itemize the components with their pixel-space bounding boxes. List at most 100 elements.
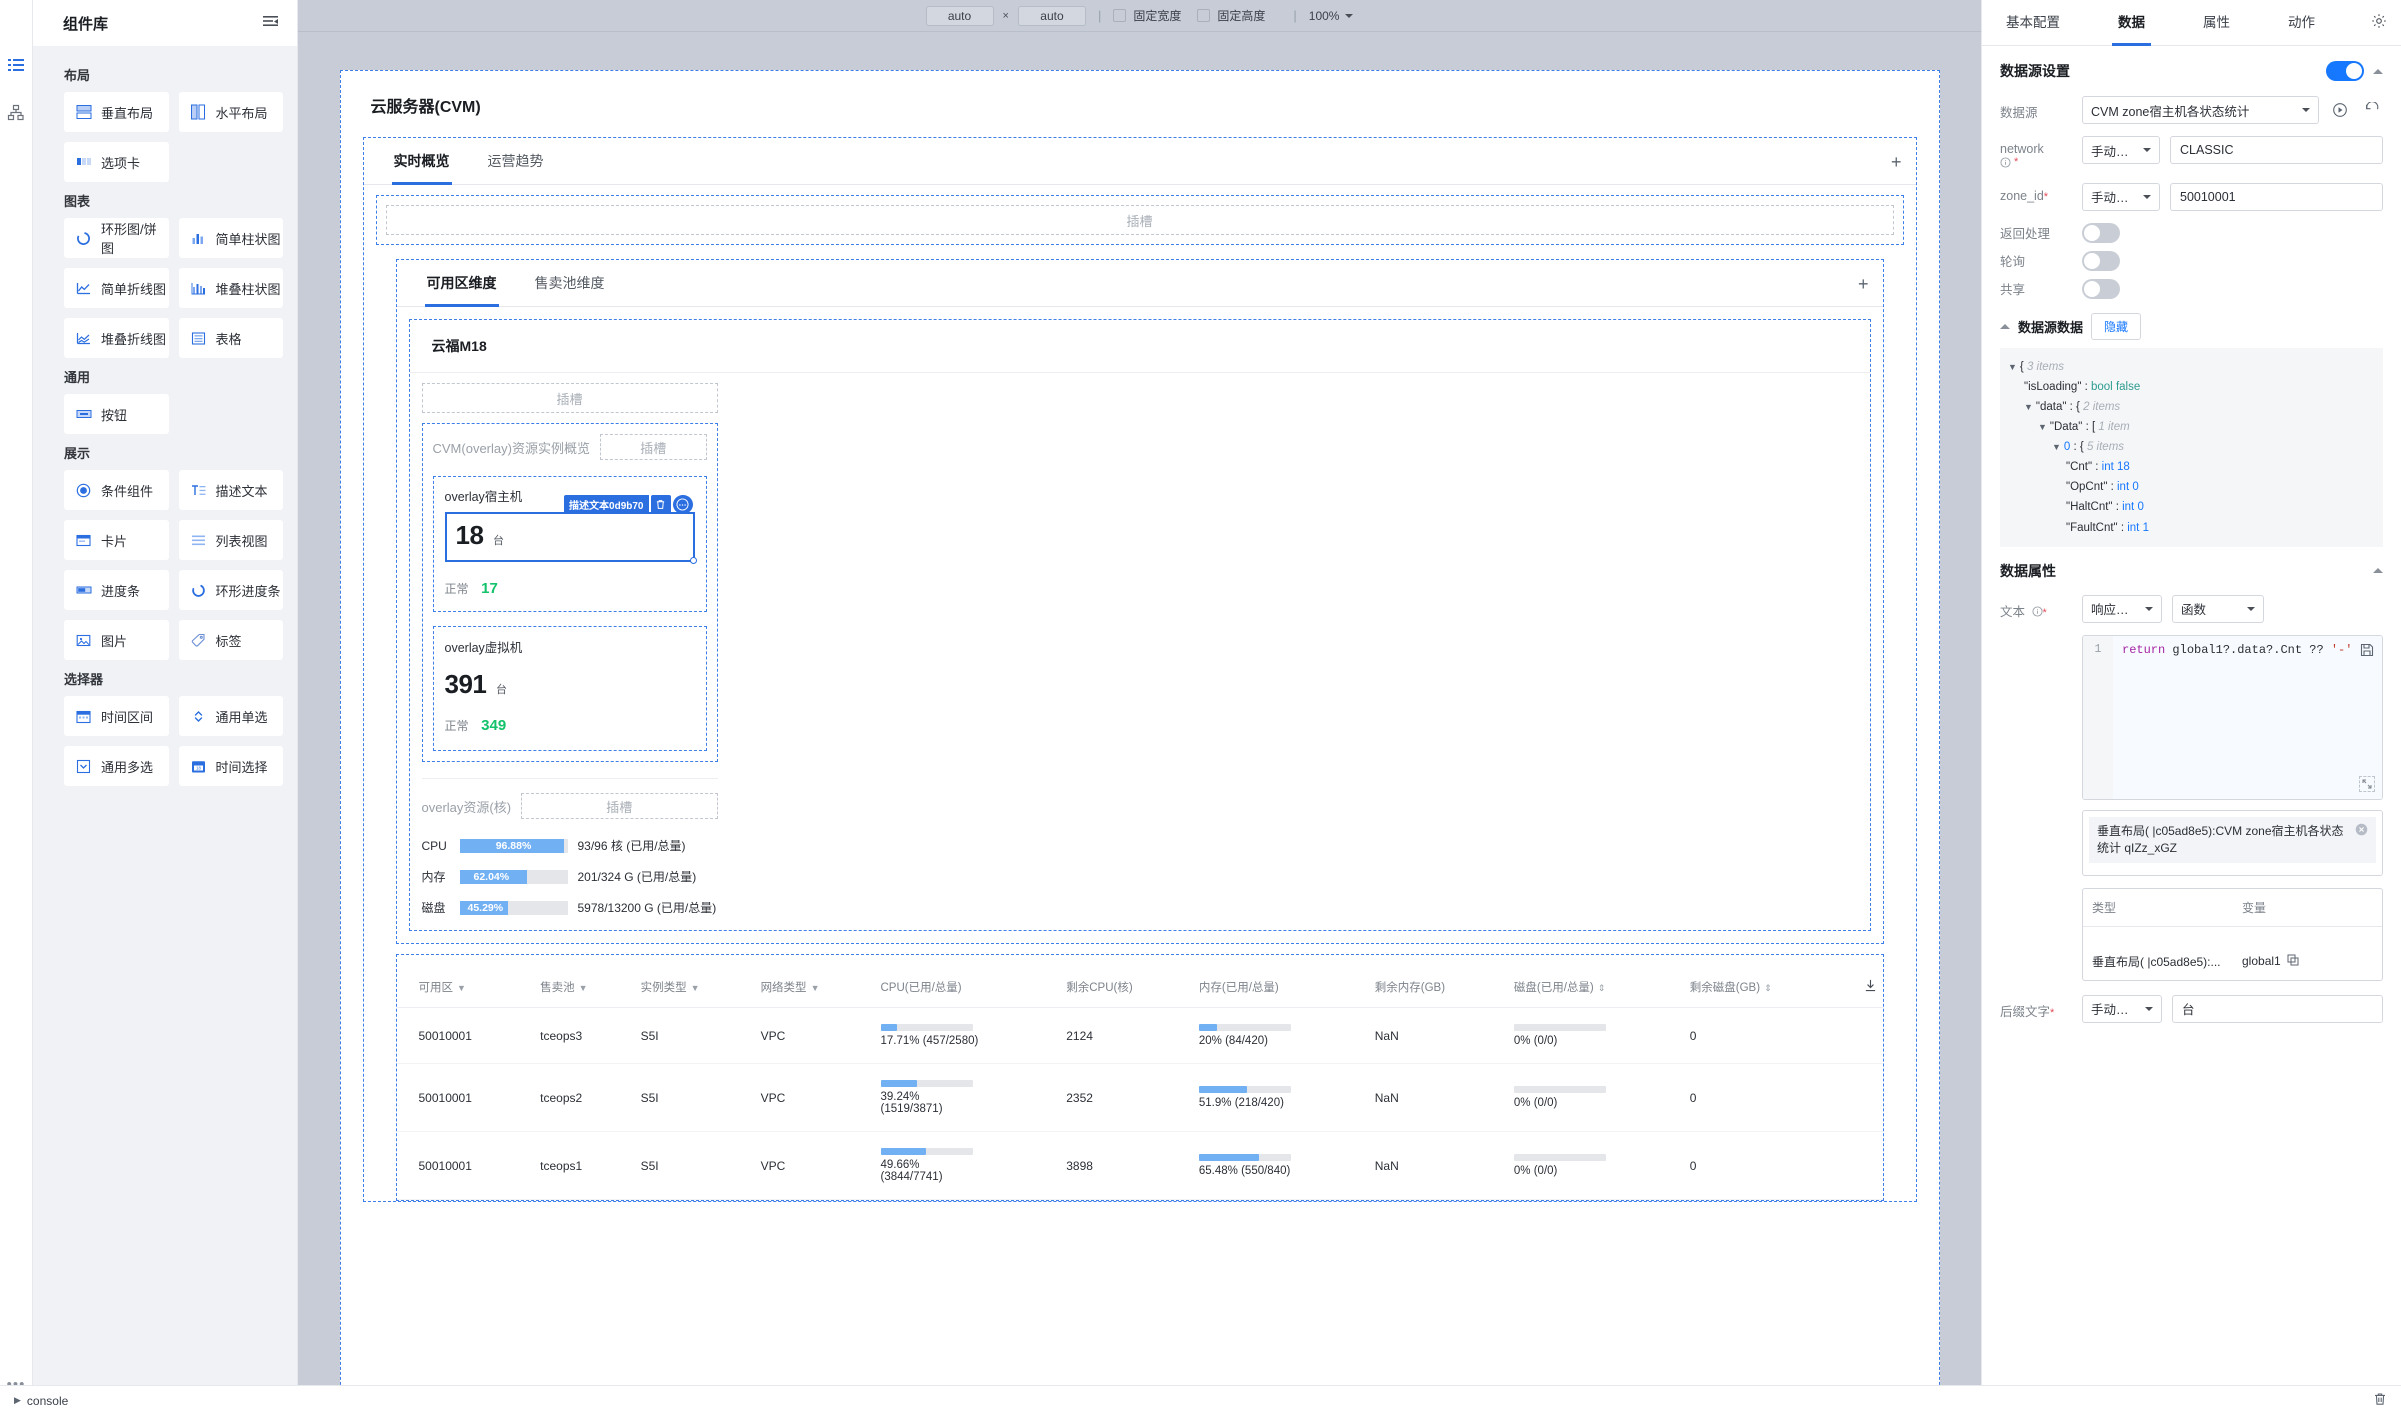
inner-tabs-container[interactable]: 可用区维度 售卖池维度 + 云福M18 插槽 CVM(overlay)资源实例概… [395,259,1884,944]
trash-icon[interactable] [2373,1392,2387,1409]
json-viewer[interactable]: ▼{ 3 items "isLoading" : bool false ▼ "da… [2000,347,2383,547]
table-row[interactable]: 50010001 tceops1 S5I VPC 49.66% (3844/77… [396,1131,1883,1200]
suffix-value-input[interactable]: 台 [2172,994,2383,1023]
expand-icon[interactable] [2359,775,2375,792]
component-card[interactable]: 卡片 [64,520,169,560]
table-row[interactable]: 50010001 tceops3 S5I VPC 17.71% (457/258… [396,1007,1883,1064]
component-stacked-line-chart[interactable]: 堆叠折线图 [64,318,169,358]
th-disk-remain[interactable]: 剩余磁盘(GB) ⇕ [1683,965,1843,1008]
component-date-picker[interactable]: 18 时间选择 [178,746,283,786]
download-icon[interactable] [1864,979,1877,995]
selected-text-component[interactable]: 描述文本0d9b70 18 台 [444,495,697,564]
component-tabs[interactable]: 选项卡 [64,142,169,182]
top-slot-wrapper[interactable]: 插槽 [375,195,1904,245]
component-bar-chart[interactable]: 简单柱状图 [178,218,283,258]
th-disk[interactable]: 磁盘(已用/总量) ⇕ [1507,965,1684,1008]
code-content[interactable]: return global1?.data?.Cnt ?? '-' [2113,635,2382,799]
width-input[interactable]: auto [925,5,994,26]
tab-properties[interactable]: 属性 [2197,0,2236,46]
th-network-type[interactable]: 网络类型 ▼ [754,965,875,1008]
add-tab-icon[interactable]: + [1891,153,1902,171]
mode-select-1[interactable]: 响应依赖 [2082,594,2162,623]
fixed-height-checkbox[interactable]: 固定高度 [1197,7,1265,24]
resize-handle[interactable] [689,557,697,564]
component-horizontal-layout[interactable]: 水平布局 [178,92,283,132]
overview-block[interactable]: CVM(overlay)资源实例概览 插槽 overlay宿主机 描述文本0d9… [421,423,718,762]
suffix-mode-select[interactable]: 手动输入 [2082,994,2162,1023]
param-mode-zone-id[interactable]: 手动输入 [2082,182,2160,211]
th-download[interactable] [1842,965,1883,1008]
datasource-toggle[interactable] [2326,61,2364,81]
component-condition[interactable]: 条件组件 [64,470,169,510]
dependency-box[interactable]: 垂直布局( |c05ad8e5):CVM zone宿主机各状态统计 qIZz_x… [2082,809,2383,876]
play-icon[interactable] [2329,96,2351,124]
triangle-right-icon[interactable]: ▶ [14,1395,21,1406]
chevron-up-icon[interactable] [2373,568,2383,574]
component-vertical-layout[interactable]: 垂直布局 [64,92,169,132]
filter-icon[interactable]: ▼ [811,983,820,993]
filter-icon[interactable]: ▼ [579,983,588,993]
collapse-panel-icon[interactable] [262,14,279,32]
group-panel[interactable]: 云福M18 插槽 CVM(overlay)资源实例概览 插槽 overlay宿主… [408,319,1871,931]
filter-icon[interactable]: ▼ [691,983,700,993]
chevron-up-icon[interactable] [2000,323,2010,329]
param-mode-network[interactable]: 手动输入 [2082,136,2160,164]
sort-icon[interactable]: ⇕ [1764,983,1772,993]
dependency-tag[interactable]: 垂直布局( |c05ad8e5):CVM zone宿主机各状态统计 qIZz_x… [2089,816,2376,864]
component-circular-progress[interactable]: 环形进度条 [178,570,283,610]
component-progress-bar[interactable]: 进度条 [64,570,169,610]
tab-pool-dimension[interactable]: 售卖池维度 [533,260,607,307]
fixed-width-checkbox[interactable]: 固定宽度 [1113,7,1181,24]
datasource-select[interactable]: CVM zone宿主机各状态统计 [2082,96,2319,124]
component-donut-chart[interactable]: 环形图/饼图 [64,218,169,258]
tree-icon[interactable] [3,100,29,126]
more-icon[interactable] [672,495,693,514]
th-zone[interactable]: 可用区 ▼ [396,965,535,1008]
list-icon[interactable] [3,52,29,78]
component-image[interactable]: 图片 [64,620,169,660]
component-tag[interactable]: 标签 [178,620,283,660]
mode-select-2[interactable]: 函数 [2172,594,2264,623]
tab-zone-dimension[interactable]: 可用区维度 [424,260,499,307]
gear-icon[interactable] [2371,13,2387,33]
save-icon[interactable] [2360,643,2374,660]
remove-icon[interactable] [2355,823,2368,842]
left-top-slot[interactable]: 插槽 [421,383,718,413]
card-vm-wrapper[interactable]: overlay虚拟机 391 台 正常 349 [432,626,707,751]
component-multi-select[interactable]: 通用多选 [64,746,169,786]
outer-tabs-container[interactable]: 实时概览 运营趋势 + 插槽 可用区维度 售卖池维度 + 云福M18 插槽 CV… [362,137,1917,1202]
polling-toggle[interactable] [2082,250,2120,271]
param-value-zone-id[interactable]: 50010001 [2170,182,2383,211]
tab-realtime-overview[interactable]: 实时概览 [391,138,452,185]
code-editor[interactable]: 1 return global1?.data?.Cnt ?? '-' [2082,634,2383,800]
canvas-scroll[interactable]: 云服务器(CVM) 实时概览 运营趋势 + 插槽 可用区维度 售卖池维度 + 云… [298,32,1981,1415]
trash-icon[interactable] [650,495,671,514]
right-column[interactable] [730,373,1870,930]
tab-operation-trend[interactable]: 运营趋势 [486,138,546,185]
overview-slot[interactable]: 插槽 [599,434,707,460]
component-table[interactable]: 表格 [178,318,283,358]
card-host-wrapper[interactable]: overlay宿主机 描述文本0d9b70 18 台 正常 17 [432,476,707,612]
component-button[interactable]: 按钮 [64,394,169,434]
sort-icon[interactable]: ⇕ [1598,983,1606,993]
console-bar[interactable]: ▶ console [0,1385,2401,1415]
tab-data[interactable]: 数据 [2112,0,2151,46]
zoom-select[interactable]: 100% [1309,9,1354,23]
filter-icon[interactable]: ▼ [457,983,466,993]
top-slot[interactable]: 插槽 [385,205,1894,235]
component-date-range[interactable]: 时间区间 [64,696,169,736]
refresh-icon[interactable] [2361,96,2383,124]
copy-icon[interactable] [2287,954,2299,969]
tab-actions[interactable]: 动作 [2282,0,2321,46]
tab-basic-config[interactable]: 基本配置 [2000,0,2066,46]
chevron-up-icon[interactable] [2373,68,2383,74]
component-stacked-bar-chart[interactable]: 堆叠柱状图 [178,268,283,308]
resource-slot[interactable]: 插槽 [521,793,718,819]
component-single-select[interactable]: 通用单选 [178,696,283,736]
add-inner-tab-icon[interactable]: + [1858,275,1869,293]
th-instance-type[interactable]: 实例类型 ▼ [634,965,755,1008]
data-table-container[interactable]: 可用区 ▼ 售卖池 ▼ 实例类型 ▼ 网络类型 ▼ CPU(已用/总量) 剩余CPU(核… [395,954,1884,1201]
component-text[interactable]: 描述文本 [178,470,283,510]
hide-button[interactable]: 隐藏 [2091,312,2142,340]
share-toggle[interactable] [2082,278,2120,299]
